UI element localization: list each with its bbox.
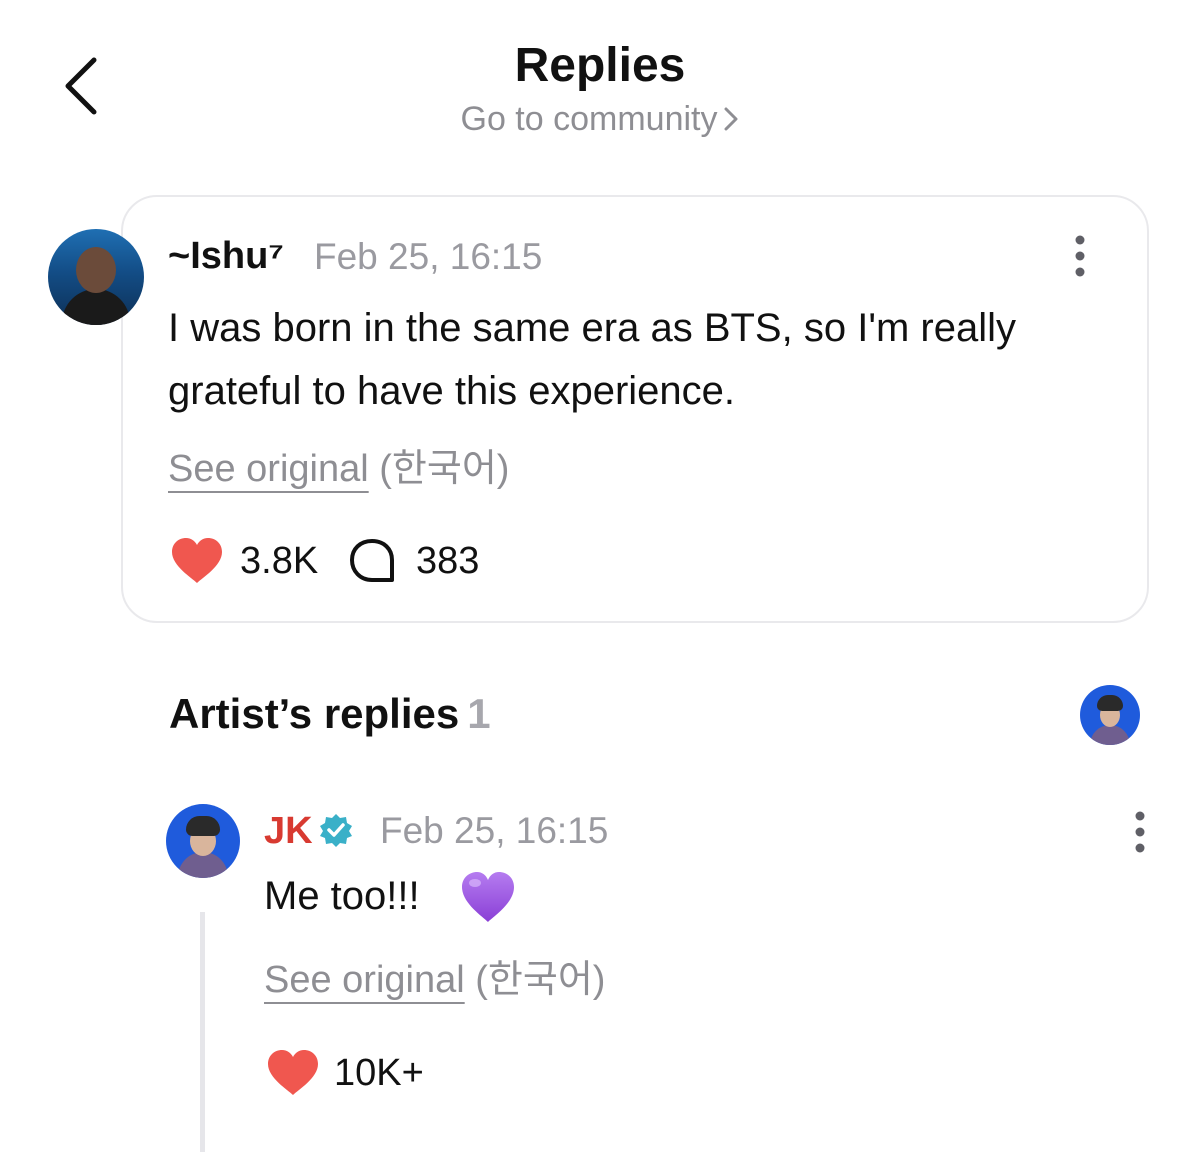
heart-icon xyxy=(268,1050,318,1095)
reply-timestamp: Feb 25, 16:15 xyxy=(380,810,609,851)
reply-like-button[interactable] xyxy=(266,1049,320,1097)
reply-author-name[interactable]: JK xyxy=(264,810,313,853)
reply-body-text: Me too!!! xyxy=(264,874,420,918)
more-vertical-icon xyxy=(1075,235,1085,277)
artist-replies-count: 1 xyxy=(467,690,491,737)
post-timestamp: Feb 25, 16:15 xyxy=(314,236,543,277)
post-comment-count: 383 xyxy=(416,540,480,582)
avatar-hair-shape xyxy=(186,816,220,836)
reply-more-button[interactable] xyxy=(1130,810,1150,854)
artist-avatar-small[interactable] xyxy=(1080,685,1140,745)
like-button[interactable] xyxy=(170,537,224,585)
artist-replies-heading: Artist’s replies 1 xyxy=(169,690,491,738)
original-language-label: (한국어) xyxy=(475,959,606,1001)
go-to-community-link[interactable]: Go to community xyxy=(0,100,1200,141)
post-see-original: See original (한국어) xyxy=(168,437,509,492)
see-original-link[interactable]: See original xyxy=(168,448,369,490)
reply-see-original: See original (한국어) xyxy=(264,948,605,1003)
verified-badge-icon xyxy=(318,812,354,848)
comment-button[interactable] xyxy=(348,537,396,585)
post-body-text: I was born in the same era as BTS, so I'… xyxy=(168,306,1016,413)
more-vertical-icon xyxy=(1135,811,1145,853)
avatar-shirt-shape xyxy=(1090,725,1130,745)
post-more-button[interactable] xyxy=(1070,234,1090,278)
post-author-name[interactable]: ~Ishu⁷ xyxy=(168,235,284,278)
reply-like-count: 10K+ xyxy=(334,1052,424,1094)
post-like-count: 3.8K xyxy=(240,540,319,582)
chevron-right-icon xyxy=(723,102,739,141)
avatar-body-shape xyxy=(62,289,130,325)
purple-heart-emoji xyxy=(460,870,516,924)
avatar-face-shape xyxy=(76,247,116,293)
original-language-label: (한국어) xyxy=(379,448,510,490)
reply-avatar[interactable] xyxy=(166,804,240,878)
see-original-link[interactable]: See original xyxy=(264,959,465,1001)
heart-icon xyxy=(172,538,222,583)
avatar[interactable] xyxy=(48,229,144,325)
artist-replies-title: Artist’s replies xyxy=(169,690,460,737)
comment-bubble-icon xyxy=(350,539,394,582)
go-to-community-label: Go to community xyxy=(460,100,718,138)
thread-line xyxy=(200,912,205,1152)
page-title: Replies xyxy=(514,39,686,92)
avatar-hair-shape xyxy=(1097,695,1123,711)
